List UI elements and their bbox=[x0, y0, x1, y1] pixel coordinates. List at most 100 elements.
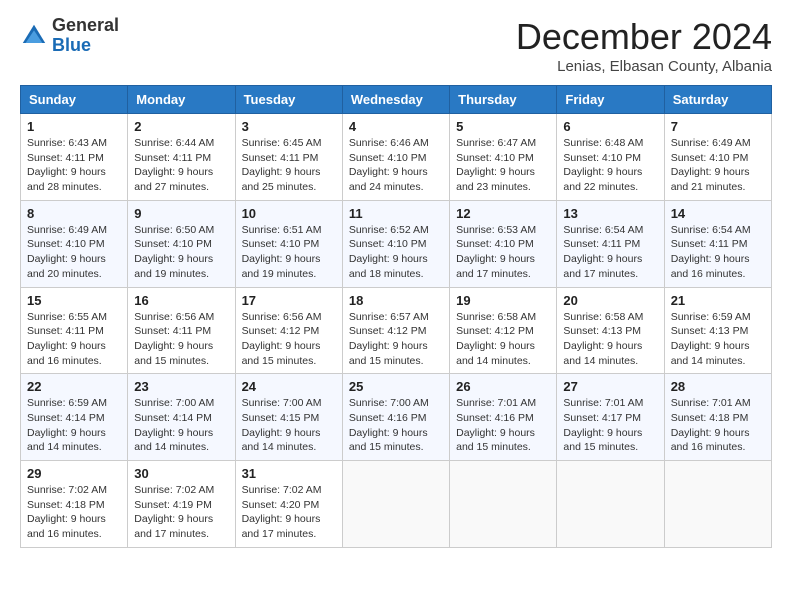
day-info: Sunrise: 6:56 AM Sunset: 4:11 PM Dayligh… bbox=[134, 310, 228, 369]
day-number: 15 bbox=[27, 293, 121, 308]
day-info: Sunrise: 6:49 AM Sunset: 4:10 PM Dayligh… bbox=[27, 223, 121, 282]
day-info: Sunrise: 6:57 AM Sunset: 4:12 PM Dayligh… bbox=[349, 310, 443, 369]
calendar-cell: 21 Sunrise: 6:59 AM Sunset: 4:13 PM Dayli… bbox=[664, 287, 771, 374]
day-info: Sunrise: 6:54 AM Sunset: 4:11 PM Dayligh… bbox=[563, 223, 657, 282]
day-number: 5 bbox=[456, 119, 550, 134]
calendar-cell: 8 Sunrise: 6:49 AM Sunset: 4:10 PM Daylig… bbox=[21, 200, 128, 287]
day-info: Sunrise: 6:54 AM Sunset: 4:11 PM Dayligh… bbox=[671, 223, 765, 282]
day-number: 8 bbox=[27, 206, 121, 221]
day-number: 17 bbox=[242, 293, 336, 308]
day-info: Sunrise: 6:55 AM Sunset: 4:11 PM Dayligh… bbox=[27, 310, 121, 369]
calendar-cell: 16 Sunrise: 6:56 AM Sunset: 4:11 PM Dayli… bbox=[128, 287, 235, 374]
day-info: Sunrise: 7:02 AM Sunset: 4:19 PM Dayligh… bbox=[134, 483, 228, 542]
logo-icon bbox=[20, 22, 48, 50]
calendar-cell: 23 Sunrise: 7:00 AM Sunset: 4:14 PM Dayli… bbox=[128, 374, 235, 461]
day-header-thursday: Thursday bbox=[450, 86, 557, 114]
month-title: December 2024 bbox=[516, 16, 772, 58]
day-info: Sunrise: 6:47 AM Sunset: 4:10 PM Dayligh… bbox=[456, 136, 550, 195]
calendar-week-row: 1 Sunrise: 6:43 AM Sunset: 4:11 PM Daylig… bbox=[21, 114, 772, 201]
day-info: Sunrise: 7:00 AM Sunset: 4:15 PM Dayligh… bbox=[242, 396, 336, 455]
day-number: 23 bbox=[134, 379, 228, 394]
day-number: 3 bbox=[242, 119, 336, 134]
logo: General Blue bbox=[20, 16, 119, 56]
day-info: Sunrise: 6:58 AM Sunset: 4:12 PM Dayligh… bbox=[456, 310, 550, 369]
calendar-cell: 1 Sunrise: 6:43 AM Sunset: 4:11 PM Daylig… bbox=[21, 114, 128, 201]
calendar-cell: 25 Sunrise: 7:00 AM Sunset: 4:16 PM Dayli… bbox=[342, 374, 449, 461]
calendar-cell: 4 Sunrise: 6:46 AM Sunset: 4:10 PM Daylig… bbox=[342, 114, 449, 201]
day-number: 31 bbox=[242, 466, 336, 481]
day-info: Sunrise: 6:46 AM Sunset: 4:10 PM Dayligh… bbox=[349, 136, 443, 195]
logo-text: General Blue bbox=[52, 16, 119, 56]
calendar-cell: 24 Sunrise: 7:00 AM Sunset: 4:15 PM Dayli… bbox=[235, 374, 342, 461]
calendar-cell: 6Sunrise: 6:48 AM Sunset: 4:10 PM Daylig… bbox=[557, 114, 664, 201]
day-header-wednesday: Wednesday bbox=[342, 86, 449, 114]
calendar-cell bbox=[664, 461, 771, 548]
calendar-cell: 28Sunrise: 7:01 AM Sunset: 4:18 PM Dayli… bbox=[664, 374, 771, 461]
calendar-cell: 30Sunrise: 7:02 AM Sunset: 4:19 PM Dayli… bbox=[128, 461, 235, 548]
day-info: Sunrise: 7:02 AM Sunset: 4:20 PM Dayligh… bbox=[242, 483, 336, 542]
day-number: 14 bbox=[671, 206, 765, 221]
calendar-cell: 14 Sunrise: 6:54 AM Sunset: 4:11 PM Dayli… bbox=[664, 200, 771, 287]
day-info: Sunrise: 7:00 AM Sunset: 4:14 PM Dayligh… bbox=[134, 396, 228, 455]
day-number: 29 bbox=[27, 466, 121, 481]
calendar-cell: 29 Sunrise: 7:02 AM Sunset: 4:18 PM Dayli… bbox=[21, 461, 128, 548]
calendar-week-row: 15 Sunrise: 6:55 AM Sunset: 4:11 PM Dayli… bbox=[21, 287, 772, 374]
day-header-saturday: Saturday bbox=[664, 86, 771, 114]
calendar-cell: 17Sunrise: 6:56 AM Sunset: 4:12 PM Dayli… bbox=[235, 287, 342, 374]
day-number: 21 bbox=[671, 293, 765, 308]
location-subtitle: Lenias, Elbasan County, Albania bbox=[516, 58, 772, 75]
day-number: 26 bbox=[456, 379, 550, 394]
calendar-week-row: 8 Sunrise: 6:49 AM Sunset: 4:10 PM Daylig… bbox=[21, 200, 772, 287]
calendar-cell: 5 Sunrise: 6:47 AM Sunset: 4:10 PM Daylig… bbox=[450, 114, 557, 201]
day-info: Sunrise: 6:50 AM Sunset: 4:10 PM Dayligh… bbox=[134, 223, 228, 282]
calendar-cell: 3 Sunrise: 6:45 AM Sunset: 4:11 PM Daylig… bbox=[235, 114, 342, 201]
day-info: Sunrise: 6:44 AM Sunset: 4:11 PM Dayligh… bbox=[134, 136, 228, 195]
day-info: Sunrise: 6:52 AM Sunset: 4:10 PM Dayligh… bbox=[349, 223, 443, 282]
day-number: 11 bbox=[349, 206, 443, 221]
day-header-friday: Friday bbox=[557, 86, 664, 114]
day-number: 1 bbox=[27, 119, 121, 134]
day-number: 24 bbox=[242, 379, 336, 394]
day-number: 2 bbox=[134, 119, 228, 134]
day-info: Sunrise: 6:59 AM Sunset: 4:13 PM Dayligh… bbox=[671, 310, 765, 369]
day-info: Sunrise: 6:53 AM Sunset: 4:10 PM Dayligh… bbox=[456, 223, 550, 282]
day-info: Sunrise: 7:00 AM Sunset: 4:16 PM Dayligh… bbox=[349, 396, 443, 455]
calendar-cell: 12 Sunrise: 6:53 AM Sunset: 4:10 PM Dayli… bbox=[450, 200, 557, 287]
day-number: 9 bbox=[134, 206, 228, 221]
calendar-cell: 27 Sunrise: 7:01 AM Sunset: 4:17 PM Dayli… bbox=[557, 374, 664, 461]
day-number: 10 bbox=[242, 206, 336, 221]
calendar-week-row: 29 Sunrise: 7:02 AM Sunset: 4:18 PM Dayli… bbox=[21, 461, 772, 548]
calendar-cell: 19 Sunrise: 6:58 AM Sunset: 4:12 PM Dayli… bbox=[450, 287, 557, 374]
day-number: 16 bbox=[134, 293, 228, 308]
day-number: 20 bbox=[563, 293, 657, 308]
calendar-cell: 22Sunrise: 6:59 AM Sunset: 4:14 PM Dayli… bbox=[21, 374, 128, 461]
day-number: 12 bbox=[456, 206, 550, 221]
day-info: Sunrise: 7:01 AM Sunset: 4:17 PM Dayligh… bbox=[563, 396, 657, 455]
calendar-cell: 11 Sunrise: 6:52 AM Sunset: 4:10 PM Dayli… bbox=[342, 200, 449, 287]
day-header-sunday: Sunday bbox=[21, 86, 128, 114]
calendar-cell: 7 Sunrise: 6:49 AM Sunset: 4:10 PM Daylig… bbox=[664, 114, 771, 201]
calendar-cell: 13 Sunrise: 6:54 AM Sunset: 4:11 PM Dayli… bbox=[557, 200, 664, 287]
calendar-cell bbox=[450, 461, 557, 548]
day-number: 18 bbox=[349, 293, 443, 308]
day-info: Sunrise: 6:43 AM Sunset: 4:11 PM Dayligh… bbox=[27, 136, 121, 195]
calendar-cell: 9 Sunrise: 6:50 AM Sunset: 4:10 PM Daylig… bbox=[128, 200, 235, 287]
day-info: Sunrise: 7:02 AM Sunset: 4:18 PM Dayligh… bbox=[27, 483, 121, 542]
day-info: Sunrise: 6:49 AM Sunset: 4:10 PM Dayligh… bbox=[671, 136, 765, 195]
day-number: 4 bbox=[349, 119, 443, 134]
day-info: Sunrise: 6:45 AM Sunset: 4:11 PM Dayligh… bbox=[242, 136, 336, 195]
day-number: 22 bbox=[27, 379, 121, 394]
day-number: 6 bbox=[563, 119, 657, 134]
day-number: 19 bbox=[456, 293, 550, 308]
calendar-week-row: 22Sunrise: 6:59 AM Sunset: 4:14 PM Dayli… bbox=[21, 374, 772, 461]
day-number: 25 bbox=[349, 379, 443, 394]
day-info: Sunrise: 7:01 AM Sunset: 4:18 PM Dayligh… bbox=[671, 396, 765, 455]
calendar-table: SundayMondayTuesdayWednesdayThursdayFrid… bbox=[20, 85, 772, 548]
day-header-tuesday: Tuesday bbox=[235, 86, 342, 114]
day-number: 13 bbox=[563, 206, 657, 221]
calendar-cell: 2 Sunrise: 6:44 AM Sunset: 4:11 PM Daylig… bbox=[128, 114, 235, 201]
calendar-cell: 26Sunrise: 7:01 AM Sunset: 4:16 PM Dayli… bbox=[450, 374, 557, 461]
day-number: 27 bbox=[563, 379, 657, 394]
calendar-cell: 18 Sunrise: 6:57 AM Sunset: 4:12 PM Dayli… bbox=[342, 287, 449, 374]
day-number: 7 bbox=[671, 119, 765, 134]
